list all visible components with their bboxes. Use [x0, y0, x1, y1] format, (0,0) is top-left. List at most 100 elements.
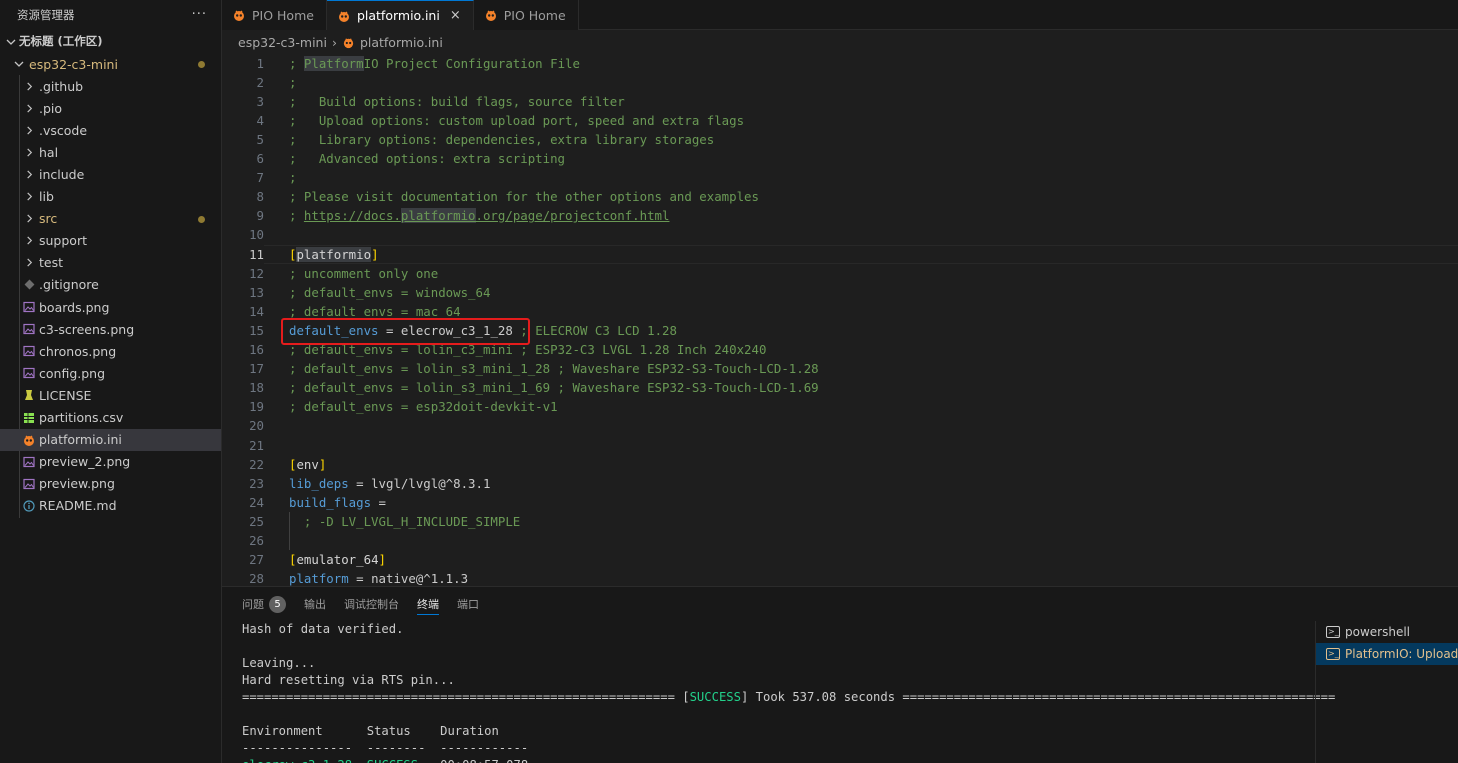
tree-item-label: src — [39, 211, 58, 227]
line-number: 23 — [249, 475, 264, 491]
code-text: ; default_envs = lolin_s3_mini_1_28 ; Wa… — [289, 361, 819, 377]
code-text: [env] — [289, 456, 327, 472]
line-number: 8 — [256, 189, 264, 205]
more-actions-icon[interactable]: ··· — [192, 7, 207, 22]
license-file-icon — [22, 388, 36, 402]
line-number: 19 — [249, 399, 264, 415]
tree-item[interactable]: boards.png — [0, 296, 221, 318]
tree-item[interactable]: chronos.png — [0, 340, 221, 362]
tree-root-folder[interactable]: esp32-c3-mini — [0, 53, 221, 75]
code-line: 22 [env] — [222, 455, 1458, 474]
code-text: ; default_envs = windows_64 — [289, 284, 491, 300]
panel-tab-label: 终端 — [417, 598, 439, 611]
tree-item[interactable]: c3-screens.png — [0, 318, 221, 340]
line-number: 28 — [249, 571, 264, 586]
line-number: 26 — [249, 533, 264, 548]
terminal-line: Leaving... — [242, 656, 316, 670]
tree-item[interactable]: config.png — [0, 362, 221, 384]
tree-item[interactable]: .github — [0, 75, 221, 97]
explorer-title: 资源管理器 — [17, 7, 75, 22]
modified-indicator-dot — [198, 215, 205, 223]
tree-item-label: chronos.png — [39, 343, 117, 359]
code-line: 27 [emulator_64] — [222, 550, 1458, 569]
tree-item[interactable]: README.md — [0, 495, 221, 517]
tree-item[interactable]: test — [0, 252, 221, 274]
chevron-right-icon: › — [331, 34, 337, 50]
problems-count-badge: 5 — [269, 595, 286, 613]
close-icon[interactable]: × — [450, 8, 461, 23]
panel-tab-bar: 问题 5 输出 调试控制台 终端 端口 — [222, 587, 1458, 621]
editor-tab[interactable]: platformio.ini × — [326, 0, 474, 30]
code-line: 13 ; default_envs = windows_64 — [222, 283, 1458, 302]
tree-item[interactable]: .pio — [0, 97, 221, 119]
line-number: 24 — [249, 494, 264, 510]
panel-tab[interactable]: 问题 5 — [242, 587, 286, 621]
tree-item[interactable]: include — [0, 163, 221, 185]
tab-label: platformio.ini — [356, 8, 440, 23]
csv-file-icon — [22, 411, 36, 425]
panel-tab[interactable]: 调试控制台 — [344, 587, 399, 621]
terminal-line: --------------- -------- ------------ — [242, 741, 529, 755]
tree-item[interactable]: .gitignore — [0, 274, 221, 296]
tree-item[interactable]: src — [0, 208, 221, 230]
tree-item[interactable]: support — [0, 230, 221, 252]
image-file-icon — [22, 322, 36, 336]
chevron-right-icon — [22, 256, 36, 270]
editor-tab[interactable]: PIO Home — [473, 0, 579, 30]
line-number: 18 — [249, 380, 264, 396]
tree-item[interactable]: lib — [0, 186, 221, 208]
tree-item-label: platformio.ini — [39, 432, 122, 448]
code-text: ; uncomment only one — [289, 265, 439, 281]
code-line: 18 ; default_envs = lolin_s3_mini_1_69 ; … — [222, 378, 1458, 397]
line-number: 3 — [256, 93, 264, 109]
chevron-right-icon — [22, 190, 36, 204]
code-text: ; https://docs.platformio.org/page/proje… — [289, 208, 670, 224]
code-line: 1 ; PlatformIO Project Configuration File — [222, 54, 1458, 73]
panel-tab-label: 输出 — [304, 598, 326, 611]
line-number: 21 — [249, 437, 264, 453]
terminal-line: elecrow_c3_1_28 SUCCESS 00:08:57.078 — [242, 757, 1312, 763]
tree-item[interactable]: .vscode — [0, 119, 221, 141]
explorer-sidebar: 资源管理器 ··· 无标题 (工作区) esp32-c3-mini .github… — [0, 0, 222, 763]
tree-item-label: config.png — [39, 365, 106, 381]
code-line: 9 ; https://docs.platformio.org/page/proj… — [222, 206, 1458, 225]
tree-item[interactable]: platformio.ini — [0, 428, 221, 451]
code-text: ; PlatformIO Project Configuration File — [289, 55, 580, 71]
chevron-down-icon — [3, 35, 19, 48]
workspace-header[interactable]: 无标题 (工作区) — [0, 29, 221, 53]
image-file-icon — [22, 300, 36, 314]
panel-tab[interactable]: 输出 — [304, 587, 326, 621]
tree-item-label: support — [39, 233, 87, 249]
code-text: ; — [289, 170, 297, 186]
code-line: 25 ; -D LV_LVGL_H_INCLUDE_SIMPLE — [222, 512, 1458, 531]
editor-tab[interactable]: PIO Home — [222, 0, 327, 30]
image-file-icon — [22, 455, 36, 469]
workspace-label: 无标题 (工作区) — [19, 34, 103, 48]
panel-tab[interactable]: 端口 — [457, 587, 479, 621]
code-text: ; default_envs = lolin_s3_mini_1_69 ; Wa… — [289, 380, 819, 396]
code-text: lib_deps = lvgl/lvgl@^8.3.1 — [289, 475, 491, 491]
tree-item-label: c3-screens.png — [39, 321, 135, 337]
tree-item[interactable]: preview.png — [0, 473, 221, 495]
breadcrumb-file[interactable]: platformio.ini — [360, 35, 443, 50]
tree-item-label: preview_2.png — [39, 454, 131, 470]
line-number: 25 — [249, 513, 264, 529]
terminal-output[interactable]: Hash of data verified. Leaving... Hard res… — [242, 621, 1335, 763]
image-file-icon — [22, 366, 36, 380]
terminal-instance[interactable]: >_ PlatformIO: Upload (elecrow_c3_1_28) — [1316, 643, 1458, 665]
tree-item[interactable]: partitions.csv — [0, 407, 221, 429]
line-number: 15 — [249, 322, 264, 338]
breadcrumb-folder[interactable]: esp32-c3-mini — [238, 35, 327, 50]
tree-item[interactable]: LICENSE — [0, 384, 221, 406]
line-number: 7 — [256, 170, 264, 186]
code-line: 28 platform = native@^1.1.3 — [222, 569, 1458, 586]
tree-item[interactable]: preview_2.png — [0, 451, 221, 473]
platformio-icon — [24, 435, 34, 446]
tree-item[interactable]: hal — [0, 141, 221, 163]
panel-tab[interactable]: 终端 — [417, 587, 439, 621]
platformio-icon — [234, 10, 244, 21]
tree-item-label: test — [39, 255, 64, 271]
code-text: ; Advanced options: extra scripting — [289, 151, 566, 166]
terminal-instance[interactable]: >_ powershell — [1316, 621, 1458, 643]
